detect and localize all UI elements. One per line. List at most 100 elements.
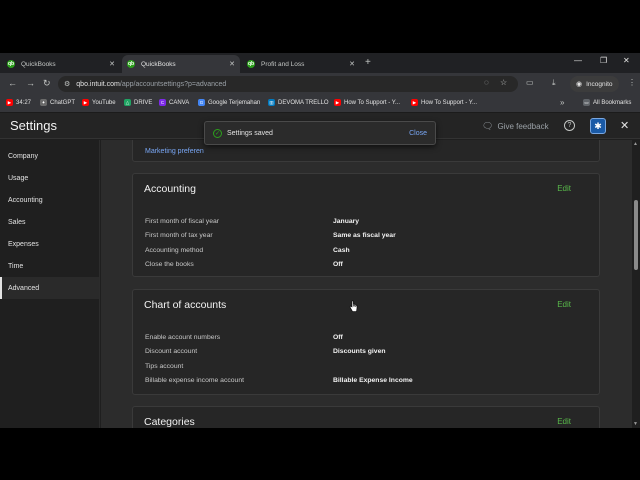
setting-label: First month of fiscal year xyxy=(145,217,220,225)
close-icon[interactable]: ✕ xyxy=(620,119,629,132)
tab-strip: qb QuickBooks ✕ qb QuickBooks ✕ qb Profi… xyxy=(0,53,640,73)
page-title: Settings xyxy=(10,118,57,133)
settings-rows: Enable account numbers Off Discount acco… xyxy=(145,330,413,388)
new-tab-icon[interactable]: + xyxy=(365,57,371,68)
sidebar-item-sales[interactable]: Sales xyxy=(0,211,99,233)
drive-icon: △ xyxy=(124,99,131,106)
setting-row[interactable]: Billable expense income account Billable… xyxy=(145,374,413,389)
sidebar-item-time[interactable]: Time xyxy=(0,255,99,277)
bookmark-item[interactable]: ▶ How To Support - Y... xyxy=(411,99,477,106)
sidebar-item-expenses[interactable]: Expenses xyxy=(0,233,99,255)
address-bar[interactable]: ⚙ qbo.intuit.com/app/accountsettings?p=a… xyxy=(58,76,518,92)
bookmark-label: DEVOMA TRELLO xyxy=(278,99,329,106)
edit-button[interactable]: Edit xyxy=(557,184,571,193)
tab-label: QuickBooks xyxy=(141,60,176,68)
scrollbar-thumb[interactable] xyxy=(634,200,638,270)
bookmark-item[interactable]: △ DRIVE xyxy=(124,99,152,106)
incognito-label: Incognito xyxy=(586,80,613,88)
tab-quickbooks-2[interactable]: qb QuickBooks ✕ xyxy=(122,55,240,73)
setting-row[interactable]: First month of fiscal year January xyxy=(145,214,396,229)
folder-icon: ▭ xyxy=(583,99,590,106)
sidebar-item-advanced[interactable]: Advanced xyxy=(0,277,99,299)
screen: qb QuickBooks ✕ qb QuickBooks ✕ qb Profi… xyxy=(0,53,640,428)
bookmark-item[interactable]: ▶ YouTube xyxy=(82,99,116,106)
setting-label: Enable account numbers xyxy=(145,333,221,341)
scroll-up-icon[interactable]: ▲ xyxy=(633,141,638,147)
setting-value: Off xyxy=(333,333,343,341)
tab-label: QuickBooks xyxy=(21,60,56,68)
setting-label: Accounting method xyxy=(145,246,204,254)
youtube-icon: ▶ xyxy=(334,99,341,106)
scrollbar[interactable]: ▲ ▼ xyxy=(632,140,640,428)
tab-quickbooks-1[interactable]: qb QuickBooks ✕ xyxy=(2,55,120,73)
all-bookmarks[interactable]: ▭ All Bookmarks xyxy=(583,99,631,106)
download-icon[interactable]: ⤓ xyxy=(552,78,556,88)
bookmark-label: YouTube xyxy=(92,99,116,106)
forward-arrow-icon[interactable]: → xyxy=(26,78,35,88)
setting-row[interactable]: Enable account numbers Off xyxy=(145,330,413,345)
setting-row[interactable]: Accounting method Cash xyxy=(145,243,396,258)
window-close-icon[interactable]: ✕ xyxy=(623,56,630,65)
give-feedback-button[interactable]: 🗨 Give feedback xyxy=(482,121,549,132)
site-info-icon[interactable]: ⚙ xyxy=(64,80,70,88)
bookmark-item[interactable]: ▶ 34:27 xyxy=(6,99,31,106)
sidebar-item-usage[interactable]: Usage xyxy=(0,167,99,189)
all-bookmarks-label: All Bookmarks xyxy=(593,99,632,106)
feedback-icon: 🗨 xyxy=(482,121,494,131)
setting-label: Close the books xyxy=(145,261,194,269)
setting-value: Discounts given xyxy=(333,348,386,356)
url-host: qbo.intuit.com xyxy=(76,80,120,88)
settings-content: Marketing preferen Accounting Edit First… xyxy=(101,140,633,428)
accounting-section: Accounting Edit First month of fiscal ye… xyxy=(132,173,600,277)
setting-row[interactable]: Close the books Off xyxy=(145,258,396,273)
setting-value: Same as fiscal year xyxy=(333,232,396,240)
star-icon[interactable]: ☆ xyxy=(500,78,507,87)
help-icon[interactable]: ? xyxy=(564,120,575,131)
close-icon[interactable]: ✕ xyxy=(349,60,355,68)
settings-saved-toast: ✓ Settings saved Close xyxy=(204,121,436,145)
sidebar-item-company[interactable]: Company xyxy=(0,145,99,167)
minimize-icon[interactable]: — xyxy=(574,56,582,65)
close-icon[interactable]: ✕ xyxy=(109,60,115,68)
settings-sidebar: Company Usage Accounting Sales Expenses … xyxy=(0,140,100,428)
settings-rows: First month of fiscal year January First… xyxy=(145,214,396,272)
edit-button[interactable]: Edit xyxy=(557,300,571,309)
categories-section: Categories Edit xyxy=(132,406,600,428)
toast-close-button[interactable]: Close xyxy=(409,130,427,137)
bookmark-item[interactable]: ▶ How To Support - Y... xyxy=(334,99,400,106)
setting-value: Off xyxy=(333,261,343,269)
chevron-right-double-icon[interactable]: » xyxy=(560,98,564,107)
setting-label: First month of tax year xyxy=(145,232,213,240)
setting-row[interactable]: First month of tax year Same as fiscal y… xyxy=(145,229,396,244)
section-title: Accounting xyxy=(144,183,196,195)
cast-icon[interactable]: ▭ xyxy=(526,78,534,87)
quickbooks-icon: qb xyxy=(247,60,255,68)
bookmark-label: Google Terjemahan xyxy=(208,99,261,106)
setting-row[interactable]: Discount account Discounts given xyxy=(145,345,413,360)
trello-icon: ▥ xyxy=(268,99,275,106)
back-arrow-icon[interactable]: ← xyxy=(8,78,17,88)
bookmark-item[interactable]: ✦ ChatGPT xyxy=(40,99,75,106)
hand-cursor-icon xyxy=(349,300,358,312)
reload-icon[interactable]: ↻ xyxy=(43,78,51,89)
feedback-label: Give feedback xyxy=(497,122,549,131)
incognito-badge[interactable]: ◉ Incognito xyxy=(570,76,619,92)
bookmarks-bar: ▶ 34:27 ✦ ChatGPT ▶ YouTube △ DRIVE C CA… xyxy=(0,95,640,113)
bookmark-item[interactable]: G Google Terjemahan xyxy=(198,99,260,106)
edit-button[interactable]: Edit xyxy=(557,417,571,426)
restore-icon[interactable]: ❐ xyxy=(600,56,607,65)
menu-icon[interactable]: ⋮ xyxy=(628,78,636,87)
bookmark-item[interactable]: C CANVA xyxy=(159,99,189,106)
bookmark-item[interactable]: ▥ DEVOMA TRELLO xyxy=(268,99,329,106)
sidebar-item-accounting[interactable]: Accounting xyxy=(0,189,99,211)
gear-icon[interactable]: ✱ xyxy=(590,118,606,134)
marketing-preferences-link[interactable]: Marketing preferen xyxy=(145,148,204,155)
close-icon[interactable]: ✕ xyxy=(229,60,235,68)
bookmark-label: DRIVE xyxy=(134,99,153,106)
youtube-icon: ▶ xyxy=(82,99,89,106)
incognito-icon: ◉ xyxy=(576,81,583,88)
tab-profit-and-loss[interactable]: qb Profit and Loss ✕ xyxy=(242,55,360,73)
scroll-down-icon[interactable]: ▼ xyxy=(633,421,638,427)
eye-off-icon[interactable]: ◌ xyxy=(484,78,489,87)
setting-row[interactable]: Tips account xyxy=(145,359,413,374)
